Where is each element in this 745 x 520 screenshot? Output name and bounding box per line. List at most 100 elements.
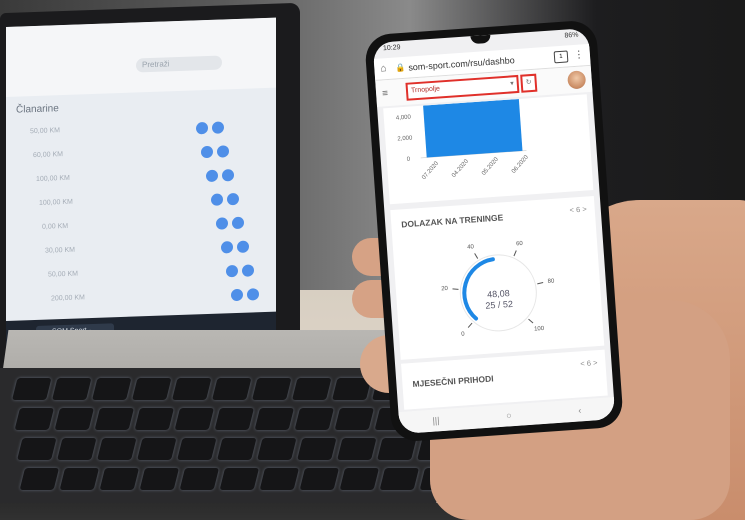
keyboard-key <box>12 378 52 400</box>
keyboard-key <box>297 438 337 460</box>
edit-icon[interactable] <box>221 241 233 254</box>
keyboard-key <box>292 378 332 400</box>
row-amount: 30,00 KM <box>45 246 75 255</box>
x-tick: 06.2020 <box>511 154 530 175</box>
lock-icon: 🔒 <box>395 62 406 73</box>
keyboard-key <box>17 438 57 460</box>
keyboard-key <box>299 468 340 490</box>
card-pager[interactable]: < 6 > <box>569 204 587 214</box>
keyboard-key <box>52 378 92 400</box>
table-row: 0,00 KM <box>20 216 260 238</box>
gauge-tick-mark <box>513 250 517 257</box>
back-icon[interactable]: ‹ <box>578 405 582 415</box>
row-amount: 100,00 KM <box>39 198 73 207</box>
laptop-screen: Pretraži Članarine 50,00 KM 60,00 KM 100,0… <box>6 17 276 348</box>
y-tick: 4,000 <box>396 114 412 121</box>
row-amount: 200,00 KM <box>51 294 85 303</box>
delete-icon[interactable] <box>227 192 239 206</box>
keyboard-key <box>172 378 212 400</box>
tabs-count-button[interactable]: 1 <box>553 49 569 63</box>
card-pager[interactable]: < 6 > <box>580 358 598 368</box>
laptop-topbar: Pretraži <box>6 17 276 98</box>
kebab-menu-icon[interactable]: ⋮ <box>574 49 585 61</box>
keyboard-key <box>339 468 380 490</box>
keyboard-key <box>257 438 297 460</box>
keyboard-key <box>134 408 175 430</box>
keyboard-key <box>217 438 257 460</box>
card-title: MJESEČNI PRIHODI <box>412 373 494 390</box>
smartphone: 10:29 86% ⌂ 🔒 som-sport.com/rsu/dashbo 1… <box>364 19 624 443</box>
delete-icon[interactable] <box>247 288 259 301</box>
keyboard-key <box>19 468 60 490</box>
delete-icon[interactable] <box>217 145 229 158</box>
chevron-down-icon: ▾ <box>510 80 515 88</box>
gauge-tick-label: 40 <box>467 244 475 250</box>
keyboard-key <box>57 438 97 460</box>
keyboard-key <box>252 378 292 400</box>
row-amount: 50,00 KM <box>48 270 78 279</box>
table-row: 50,00 KM <box>20 120 260 142</box>
keyboard-key <box>294 408 335 430</box>
delete-icon[interactable] <box>232 216 244 230</box>
table-row: 200,00 KM <box>20 288 260 310</box>
edit-icon[interactable] <box>231 288 243 302</box>
table-row: 60,00 KM <box>20 144 260 166</box>
delete-icon[interactable] <box>237 240 249 253</box>
edit-icon[interactable] <box>206 169 218 183</box>
keyboard-key <box>334 408 375 430</box>
club-select[interactable]: Trnopolje ▾ <box>405 74 520 101</box>
laptop-heading: Članarine <box>16 103 59 116</box>
user-avatar[interactable] <box>567 70 587 90</box>
edit-icon[interactable] <box>216 217 228 230</box>
recent-apps-icon[interactable]: ||| <box>432 415 440 425</box>
delete-icon[interactable] <box>212 121 224 134</box>
delete-icon[interactable] <box>222 169 234 182</box>
url-field[interactable]: som-sport.com/rsu/dashbo <box>408 52 548 72</box>
table-row: 50,00 KM <box>20 264 260 286</box>
table-row: 100,00 KM <box>20 168 260 190</box>
phone-screen: 10:29 86% ⌂ 🔒 som-sport.com/rsu/dashbo 1… <box>372 27 616 435</box>
bar[interactable] <box>423 98 523 158</box>
y-tick: 2,000 <box>397 135 413 142</box>
edit-icon[interactable] <box>201 145 213 159</box>
gauge-tick-mark <box>467 322 473 328</box>
row-amount: 0,00 KM <box>42 222 69 231</box>
table-row: 100,00 KM <box>20 192 260 214</box>
refresh-icon: ↻ <box>525 79 532 87</box>
club-select-value: Trnopolje <box>410 85 441 95</box>
keyboard-key <box>99 468 140 490</box>
keyboard-key <box>179 468 220 490</box>
keyboard-key <box>94 408 135 430</box>
edit-icon[interactable] <box>226 264 238 278</box>
gauge-tick-mark <box>528 318 534 324</box>
refresh-button[interactable]: ↻ <box>520 73 538 93</box>
gauge-tick-label: 100 <box>534 326 545 333</box>
laptop-search-input[interactable]: Pretraži <box>136 55 222 73</box>
home-icon[interactable]: ⌂ <box>380 63 393 74</box>
keyboard-key <box>92 378 132 400</box>
keyboard-key <box>212 378 252 400</box>
keyboard-key <box>54 408 95 430</box>
keyboard-key <box>14 408 55 430</box>
keyboard-key <box>337 438 377 460</box>
keyboard-key <box>254 408 295 430</box>
home-button-icon[interactable]: ○ <box>506 410 512 420</box>
keyboard-key <box>132 378 172 400</box>
photo-scene: Pretraži Članarine 50,00 KM 60,00 KM 100,0… <box>0 0 745 520</box>
keyboard-key <box>219 468 260 490</box>
keyboard-key <box>139 468 180 490</box>
hamburger-menu-icon[interactable]: ≡ <box>382 87 399 99</box>
table-row: 30,00 KM <box>20 240 260 262</box>
bar-chart-card: 4,000 2,000 0 07.2020 04.2020 05.2020 06… <box>383 94 594 205</box>
edit-icon[interactable] <box>196 121 208 135</box>
gauge-tick-label: 60 <box>516 241 524 247</box>
attendance-card: DOLAZAK NA TRENINGE < 6 > 0 20 40 60 80 100 4… <box>390 195 605 360</box>
laptop-lid: Pretraži Članarine 50,00 KM 60,00 KM 100,0… <box>0 2 300 379</box>
keyboard-key <box>137 438 177 460</box>
edit-icon[interactable] <box>211 193 223 206</box>
delete-icon[interactable] <box>242 264 254 277</box>
x-tick: 05.2020 <box>481 156 500 177</box>
row-amount: 60,00 KM <box>33 151 63 160</box>
keyboard-key <box>97 438 137 460</box>
gauge-tick-mark <box>452 288 459 290</box>
